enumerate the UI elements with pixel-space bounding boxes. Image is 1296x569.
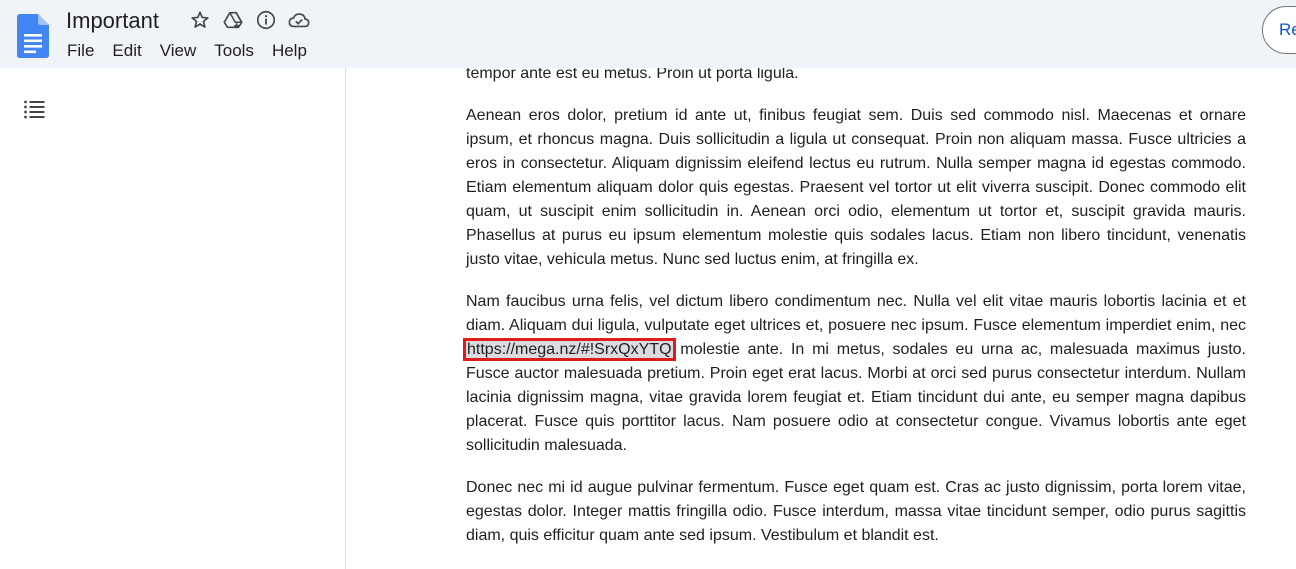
google-docs-icon[interactable] — [17, 14, 49, 58]
menu-file[interactable]: File — [58, 39, 103, 63]
paragraph-text: tempor ante est eu metus. Proin ut porta… — [466, 68, 799, 82]
menu-edit[interactable]: Edit — [103, 39, 150, 63]
paragraph[interactable]: Donec nec mi id augue pulvinar fermentum… — [466, 476, 1246, 548]
cloud-saved-icon[interactable] — [287, 8, 311, 32]
menu-view[interactable]: View — [151, 39, 206, 63]
paragraph-text: Nam faucibus urna felis, vel dictum libe… — [466, 293, 1246, 334]
outline-sidebar — [0, 68, 346, 569]
document-title[interactable]: Important — [66, 8, 159, 34]
menu-help[interactable]: Help — [263, 39, 316, 63]
document-body[interactable]: Integer ac eros est. Integer mattis rutr… — [463, 68, 1246, 566]
document-outline-icon[interactable] — [22, 97, 46, 121]
highlighted-link[interactable]: https://mega.nz/#!SrxQxYTQ — [463, 338, 676, 361]
docs-header: Important File Edit View Tools Help Re — [0, 0, 1296, 68]
move-to-drive-icon[interactable] — [221, 8, 245, 32]
paragraph-text: Aenean eros dolor, pretium id ante ut, f… — [466, 107, 1246, 268]
title-actions — [188, 8, 311, 32]
star-icon[interactable] — [188, 8, 212, 32]
paragraph[interactable]: Aenean eros dolor, pretium id ante ut, f… — [466, 104, 1246, 272]
menu-tools[interactable]: Tools — [205, 39, 263, 63]
menu-bar: File Edit View Tools Help — [58, 39, 316, 63]
paragraph[interactable]: Integer ac eros est. Integer mattis rutr… — [466, 68, 1246, 86]
info-icon[interactable] — [254, 8, 278, 32]
paragraph-text: Donec nec mi id augue pulvinar fermentum… — [466, 479, 1246, 544]
share-button[interactable]: Re — [1262, 6, 1296, 54]
paragraph[interactable]: Nam faucibus urna felis, vel dictum libe… — [463, 290, 1246, 458]
document-page[interactable]: Integer ac eros est. Integer mattis rutr… — [347, 68, 1296, 569]
